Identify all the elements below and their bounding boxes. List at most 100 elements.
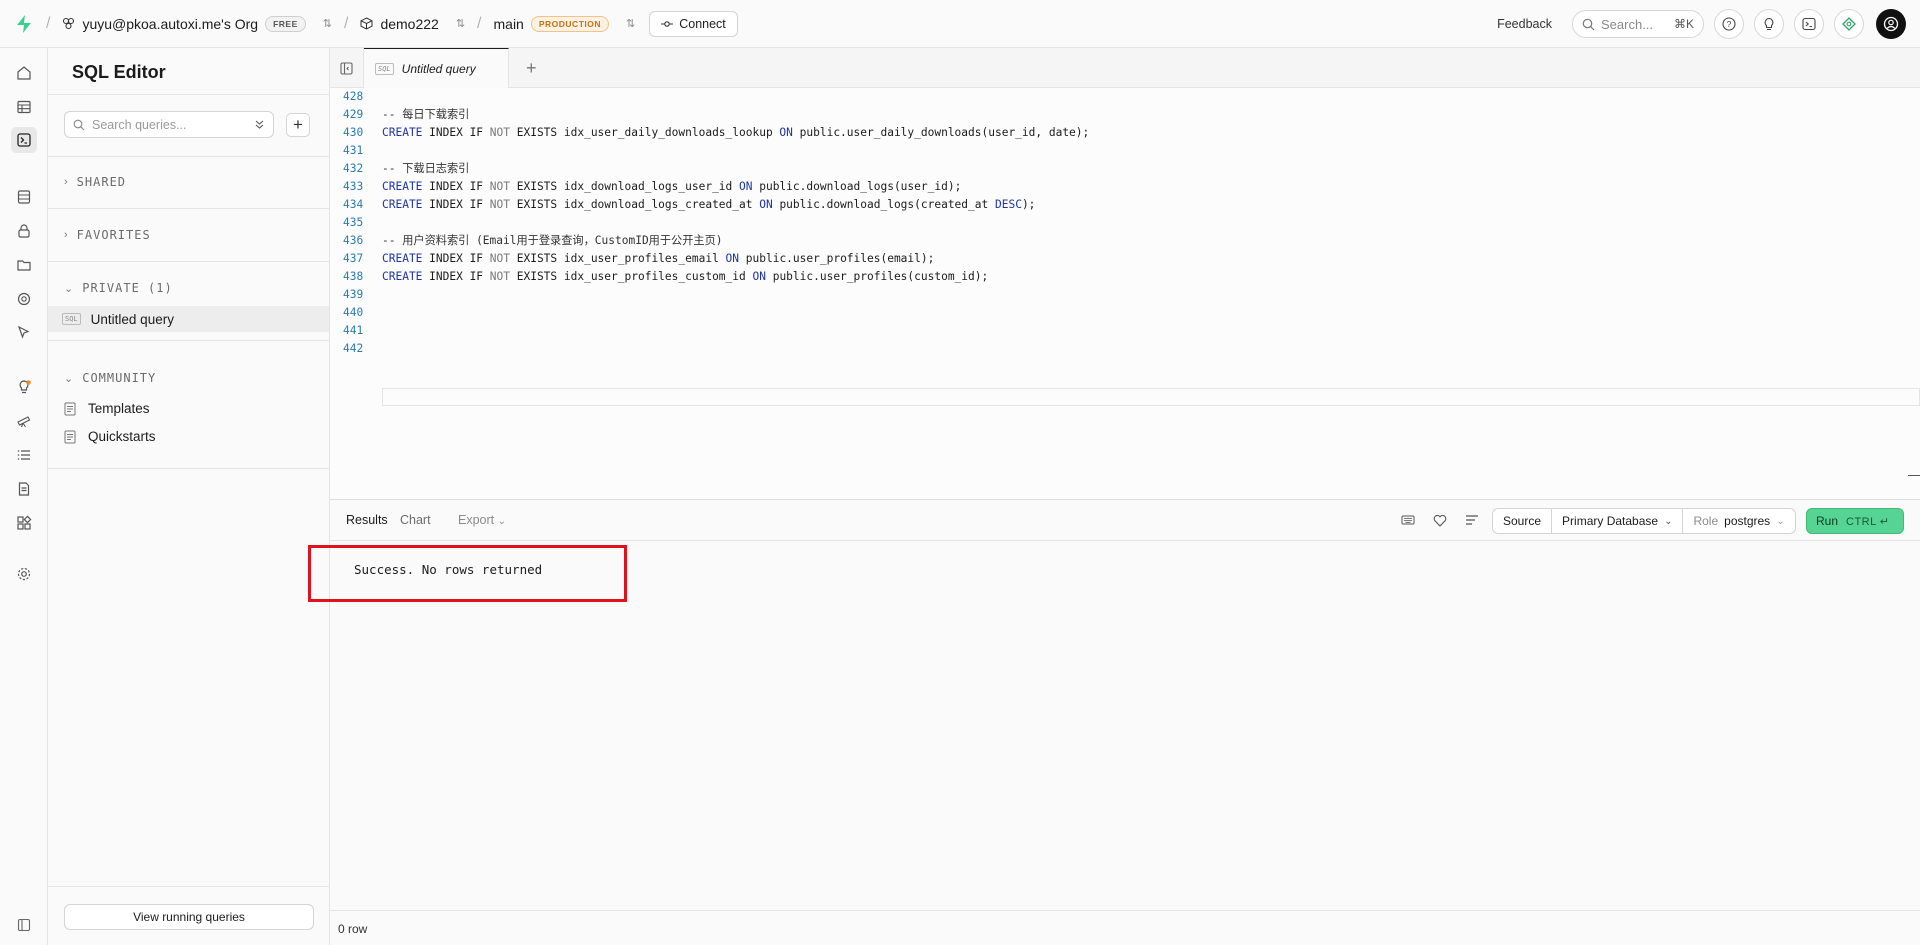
line-number: 433 [343, 180, 364, 193]
api-docs-icon[interactable] [11, 476, 37, 502]
editor-scroll-marker[interactable] [1908, 475, 1920, 476]
reports-telescope-icon[interactable] [11, 408, 37, 434]
supabase-logo-icon[interactable] [14, 13, 34, 35]
logs-list-icon[interactable] [11, 442, 37, 468]
home-icon[interactable] [11, 60, 37, 86]
code-line[interactable]: 434 CREATE INDEX IF NOT EXISTS idx_downlo… [330, 196, 1920, 214]
results-toolbar: Results Chart Export ⌄ Source Primary Da… [330, 499, 1920, 541]
section-private[interactable]: ⌄ PRIVATE (1) [64, 281, 173, 295]
code-text: CREATE INDEX IF NOT EXISTS idx_user_prof… [382, 252, 935, 265]
project-selector[interactable]: demo222 ⇅ [360, 16, 465, 32]
code-line[interactable]: 441 [330, 322, 1920, 340]
results-panel: Success. No rows returned [308, 541, 1920, 901]
favorite-heart-icon[interactable] [1430, 510, 1450, 530]
plus-icon: + [293, 115, 303, 134]
code-line[interactable]: 442 [330, 340, 1920, 358]
line-number: 439 [343, 288, 364, 301]
tab-results[interactable]: Results [346, 513, 388, 527]
assistant-button[interactable] [1834, 9, 1864, 39]
user-avatar-icon [1883, 16, 1899, 32]
table-editor-icon[interactable] [11, 94, 37, 120]
database-icon[interactable] [11, 184, 37, 210]
edge-functions-cursor-icon[interactable] [11, 319, 37, 345]
code-line[interactable]: 440 [330, 304, 1920, 322]
search-queries-input[interactable]: Search queries... [64, 111, 274, 138]
project-chevron-icon[interactable]: ⇅ [456, 17, 465, 30]
branch-chevron-icon[interactable]: ⇅ [626, 17, 635, 30]
auth-lock-icon[interactable] [11, 218, 37, 244]
chevron-down-icon: ⌄ [1664, 515, 1673, 527]
keyboard-icon[interactable] [1398, 510, 1418, 530]
help-button[interactable]: ? [1714, 9, 1744, 39]
terminal-button[interactable] [1794, 9, 1824, 39]
code-editor[interactable]: 428 429 -- 每日下载索引 430 CREATE INDEX IF NOT EX… [330, 88, 1920, 499]
toggle-sidebar-icon[interactable] [330, 48, 364, 88]
code-text: CREATE INDEX IF NOT EXISTS idx_download_… [382, 198, 1036, 211]
realtime-icon[interactable] [11, 286, 37, 312]
code-line[interactable]: 430 CREATE INDEX IF NOT EXISTS idx_user_d… [330, 124, 1920, 142]
query-item-untitled[interactable]: SQL Untitled query [48, 306, 329, 332]
line-number: 428 [343, 90, 364, 103]
branch-name: main [493, 15, 524, 32]
community-item-quickstarts[interactable]: Quickstarts [64, 429, 156, 444]
code-line[interactable]: 435 [330, 214, 1920, 232]
line-number: 438 [343, 270, 364, 283]
section-favorites[interactable]: › FAVORITES [64, 228, 151, 242]
tab-chart[interactable]: Chart [400, 513, 431, 527]
community-item-templates[interactable]: Templates [64, 401, 150, 416]
code-line[interactable]: 436 -- 用户资料索引 (Email用于登录查询，CustomID用于公开主页… [330, 232, 1920, 250]
code-line[interactable]: 432 -- 下载日志索引 [330, 160, 1920, 178]
settings-gear-icon[interactable] [11, 561, 37, 587]
run-button[interactable]: Run CTRL ↵ [1806, 508, 1904, 534]
org-icon [63, 17, 75, 30]
integrations-icon[interactable] [11, 510, 37, 536]
code-line[interactable]: 431 [330, 142, 1920, 160]
row-count: 0 row [338, 922, 368, 936]
collapse-rail-icon[interactable] [11, 912, 37, 938]
code-line[interactable]: 429 -- 每日下载索引 [330, 106, 1920, 124]
code-text: CREATE INDEX IF NOT EXISTS idx_user_prof… [382, 270, 989, 283]
line-number: 442 [343, 342, 364, 355]
plug-icon [661, 20, 674, 27]
line-number: 437 [343, 252, 364, 265]
editor-tabbar: SQL Untitled query + [330, 48, 1920, 88]
code-line[interactable]: 433 CREATE INDEX IF NOT EXISTS idx_downlo… [330, 178, 1920, 196]
tab-untitled-query[interactable]: SQL Untitled query [364, 48, 509, 88]
active-line-highlight [382, 388, 1920, 406]
org-name: yuyu@pkoa.autoxi.me's Org [82, 15, 259, 32]
code-line[interactable]: 439 [330, 286, 1920, 304]
connect-button[interactable]: Connect [649, 10, 738, 37]
format-align-icon[interactable] [1462, 510, 1482, 530]
code-line[interactable]: 438 CREATE INDEX IF NOT EXISTS idx_user_p… [330, 268, 1920, 286]
view-running-queries-button[interactable]: View running queries [64, 904, 314, 930]
storage-folder-icon[interactable] [11, 252, 37, 278]
project-box-icon [360, 17, 373, 30]
query-item-label: Untitled query [90, 311, 174, 327]
code-line[interactable]: 437 CREATE INDEX IF NOT EXISTS idx_user_p… [330, 250, 1920, 268]
export-dropdown[interactable]: Export ⌄ [458, 513, 506, 527]
sort-chevrons-icon[interactable] [254, 119, 265, 130]
org-chevron-icon[interactable]: ⇅ [323, 17, 332, 30]
org-selector[interactable]: yuyu@pkoa.autoxi.me's Org FREE ⇅ [62, 15, 332, 32]
add-tab-button[interactable]: + [526, 58, 537, 79]
section-shared[interactable]: › SHARED [64, 175, 126, 189]
code-line[interactable]: 428 [330, 88, 1920, 106]
database-selector[interactable]: Primary Database ⌄ [1552, 509, 1684, 533]
section-community[interactable]: ⌄ COMMUNITY [64, 371, 156, 385]
whats-new-button[interactable] [1754, 9, 1784, 39]
advisors-lightbulb-icon[interactable] [11, 374, 37, 400]
results-status-bar: 0 row [330, 910, 1920, 945]
source-selector-group: Source Primary Database ⌄ Role postgres … [1492, 508, 1796, 534]
branch-selector[interactable]: main PRODUCTION ⇅ [493, 15, 635, 32]
search-placeholder: Search... [1601, 16, 1654, 32]
global-search[interactable]: Search... ⌘K [1572, 10, 1704, 38]
role-selector[interactable]: Role postgres ⌄ [1683, 509, 1794, 533]
avatar[interactable] [1876, 9, 1906, 39]
new-query-button[interactable]: + [286, 113, 310, 137]
feedback-button[interactable]: Feedback [1497, 17, 1552, 31]
production-badge: PRODUCTION [530, 15, 609, 32]
sql-editor-icon[interactable] [11, 127, 37, 153]
document-icon [64, 430, 76, 443]
search-icon [1582, 18, 1595, 30]
code-text: CREATE INDEX IF NOT EXISTS idx_user_dail… [382, 126, 1090, 139]
